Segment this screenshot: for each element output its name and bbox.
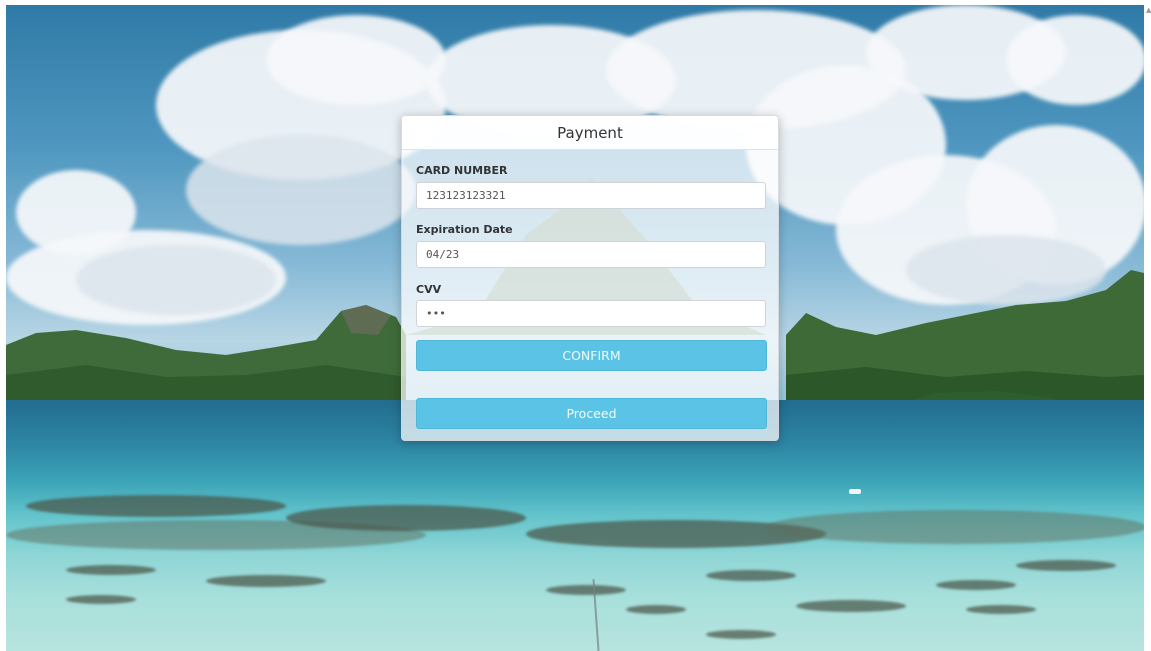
dialog-title: Payment: [402, 116, 778, 150]
card-number-label: CARD NUMBER: [416, 164, 508, 177]
card-number-input[interactable]: [416, 182, 766, 209]
cvv-input[interactable]: [416, 300, 766, 327]
scroll-up-caret-icon[interactable]: ▲: [1146, 6, 1151, 14]
expiration-date-input[interactable]: [416, 241, 766, 268]
confirm-button[interactable]: CONFIRM: [416, 340, 767, 371]
expiration-date-label: Expiration Date: [416, 223, 513, 236]
proceed-button[interactable]: Proceed: [416, 398, 767, 429]
payment-dialog: Payment CARD NUMBER Expiration Date CVV …: [401, 115, 779, 441]
boat: [849, 489, 861, 494]
cvv-label: CVV: [416, 283, 442, 296]
